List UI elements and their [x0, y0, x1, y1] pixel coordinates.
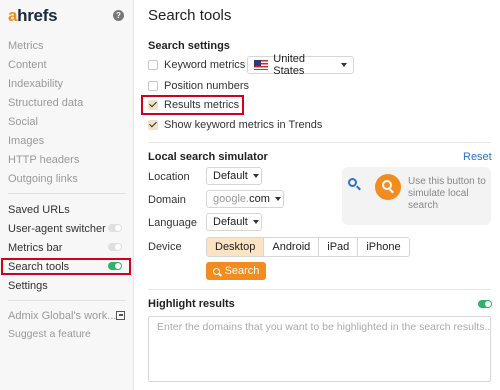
location-select[interactable]: Default — [206, 167, 262, 185]
language-label: Language — [148, 217, 197, 229]
search-icon — [348, 178, 364, 194]
position-numbers-checkbox[interactable] — [148, 81, 158, 91]
device-android[interactable]: Android — [264, 238, 320, 256]
sidebar-item-settings[interactable]: Settings — [8, 278, 130, 294]
ahrefs-logo[interactable]: ahrefs — [8, 6, 58, 26]
language-select[interactable]: Default — [206, 213, 262, 231]
sidebar-item-http-headers[interactable]: HTTP headers — [8, 152, 130, 168]
location-label: Location — [148, 171, 190, 183]
metrics-bar-toggle[interactable] — [108, 243, 122, 251]
user-agent-switcher-toggle[interactable] — [108, 224, 122, 232]
results-metrics-highlight-frame — [141, 95, 244, 115]
us-flag-icon — [254, 60, 269, 70]
trends-metrics-option[interactable]: Show keyword metrics in Trends — [148, 117, 322, 133]
sidebar: ahrefs ? Metrics Content Indexability St… — [0, 0, 134, 390]
keyword-metrics-option[interactable]: Keyword metrics — [148, 57, 245, 73]
device-desktop[interactable]: Desktop — [207, 238, 265, 256]
domain-label: Domain — [148, 194, 186, 206]
local-simulator-heading: Local search simulator — [148, 151, 268, 163]
chevron-down-icon — [252, 220, 259, 224]
device-label: Device — [148, 241, 182, 253]
reset-link[interactable]: Reset — [463, 151, 492, 163]
sidebar-item-indexability[interactable]: Indexability — [8, 76, 130, 92]
sidebar-item-user-agent-switcher[interactable]: User-agent switcher — [8, 221, 130, 237]
sidebar-item-images[interactable]: Images — [8, 133, 130, 149]
search-icon — [375, 174, 401, 200]
trends-metrics-checkbox[interactable] — [148, 120, 158, 130]
simulator-hint-text: Use this button to simulate local search — [408, 176, 486, 211]
section-divider — [148, 142, 490, 143]
domain-select[interactable]: google. com — [206, 190, 284, 208]
keyword-metrics-checkbox[interactable] — [148, 60, 158, 70]
logout-icon[interactable] — [116, 311, 125, 320]
device-ipad[interactable]: iPad — [319, 238, 359, 256]
sidebar-item-content[interactable]: Content — [8, 57, 130, 73]
sidebar-item-outgoing-links[interactable]: Outgoing links — [8, 171, 130, 187]
highlight-domains-input[interactable]: Enter the domains that you want to be hi… — [148, 316, 491, 382]
chevron-down-icon — [252, 174, 259, 178]
sidebar-divider — [8, 193, 126, 194]
main-panel: Search tools Search settings Keyword met… — [135, 0, 500, 390]
sidebar-item-social[interactable]: Social — [8, 114, 130, 130]
chevron-down-icon — [341, 63, 347, 67]
sidebar-item-metrics-bar[interactable]: Metrics bar — [8, 240, 130, 256]
account-item[interactable]: Admix Global's work... — [8, 308, 130, 324]
sidebar-divider — [8, 300, 126, 301]
search-settings-heading: Search settings — [148, 40, 230, 52]
device-selector: Desktop Android iPad iPhone — [206, 237, 410, 257]
section-divider — [148, 289, 490, 290]
highlight-results-toggle[interactable] — [478, 300, 492, 308]
device-iphone[interactable]: iPhone — [358, 238, 409, 256]
search-icon — [212, 267, 220, 275]
suggest-feature-link[interactable]: Suggest a feature — [8, 326, 130, 342]
simulator-hint-panel: Use this button to simulate local search — [342, 167, 491, 225]
sidebar-item-structured-data[interactable]: Structured data — [8, 95, 130, 111]
help-icon[interactable]: ? — [113, 10, 124, 21]
search-button[interactable]: Search — [206, 262, 266, 280]
position-numbers-option[interactable]: Position numbers — [148, 78, 249, 94]
chevron-down-icon — [274, 197, 281, 201]
sidebar-item-saved-urls[interactable]: Saved URLs — [8, 202, 130, 218]
highlight-results-heading: Highlight results — [148, 298, 235, 310]
page-title: Search tools — [148, 7, 232, 24]
country-select[interactable]: United States — [247, 53, 354, 77]
sidebar-item-metrics[interactable]: Metrics — [8, 38, 130, 54]
search-tools-highlight-frame — [1, 258, 131, 275]
